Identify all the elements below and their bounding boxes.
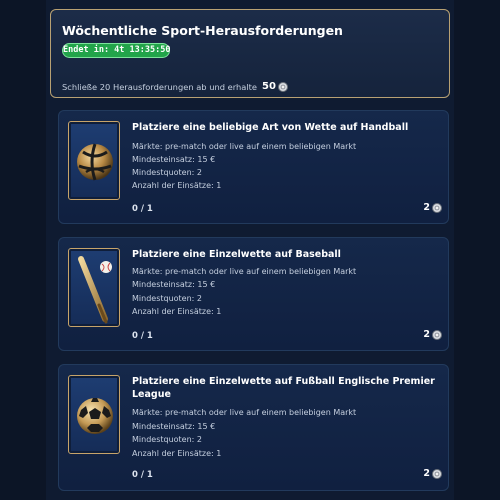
challenge-markets: Märkte: pre-match oder live auf einem be… [132,267,357,276]
challenge-min-odds: Mindestquoten: 2 [132,294,202,303]
header-points: 50 [262,81,276,92]
challenge-progress: 0 / 1 [132,331,153,341]
baseball-bat-icon [68,248,120,327]
chip-icon [277,81,288,92]
chip-icon [432,329,442,340]
challenge-reward: 2 [423,468,442,479]
challenge-markets: Märkte: pre-match oder live auf einem be… [132,408,357,417]
challenge-min-odds: Mindestquoten: 2 [132,435,202,444]
challenge-reward: 2 [423,202,442,213]
challenge-bet-count: Anzahl der Einsätze: 1 [132,449,222,458]
challenge-min-odds: Mindestquoten: 2 [132,168,202,177]
challenge-card[interactable]: Platziere eine Einzelwette auf Baseball … [58,237,449,351]
challenge-progress: 0 / 1 [132,204,153,214]
challenge-bet-count: Anzahl der Einsätze: 1 [132,307,222,316]
challenge-title: Platziere eine beliebige Art von Wette a… [132,122,409,133]
chip-icon [432,202,442,213]
header-description-text: Schließe 20 Herausforderungen ab und erh… [62,81,257,92]
chip-icon [432,468,442,479]
challenge-card[interactable]: Platziere eine Einzelwette auf Fußball E… [58,364,449,491]
challenges-header: Wöchentliche Sport-Herausforderungen End… [50,9,450,98]
soccer-ball-icon [68,375,120,454]
challenge-min-stake: Mindesteinsatz: 15 € [132,280,216,289]
challenge-title: Platziere eine Einzelwette auf Baseball [132,249,341,260]
challenge-min-stake: Mindesteinsatz: 15 € [132,155,216,164]
challenges-panel: Wöchentliche Sport-Herausforderungen End… [46,0,454,500]
header-description: Schließe 20 Herausforderungen ab und erh… [62,81,288,92]
challenge-markets: Märkte: pre-match oder live auf einem be… [132,142,357,151]
challenge-progress: 0 / 1 [132,470,153,480]
handball-icon [68,121,120,200]
challenge-reward-value: 2 [423,202,430,213]
timer-badge: Endet in: 4t 13:35:50 [62,43,170,58]
challenge-bet-count: Anzahl der Einsätze: 1 [132,181,222,190]
challenge-reward: 2 [423,329,442,340]
challenge-title: Platziere eine Einzelwette auf Fußball E… [132,376,435,400]
challenge-card[interactable]: Platziere eine beliebige Art von Wette a… [58,110,449,224]
challenge-reward-value: 2 [423,468,430,479]
challenge-reward-value: 2 [423,329,430,340]
page-title: Wöchentliche Sport-Herausforderungen [62,23,343,38]
challenge-min-stake: Mindesteinsatz: 15 € [132,422,216,431]
